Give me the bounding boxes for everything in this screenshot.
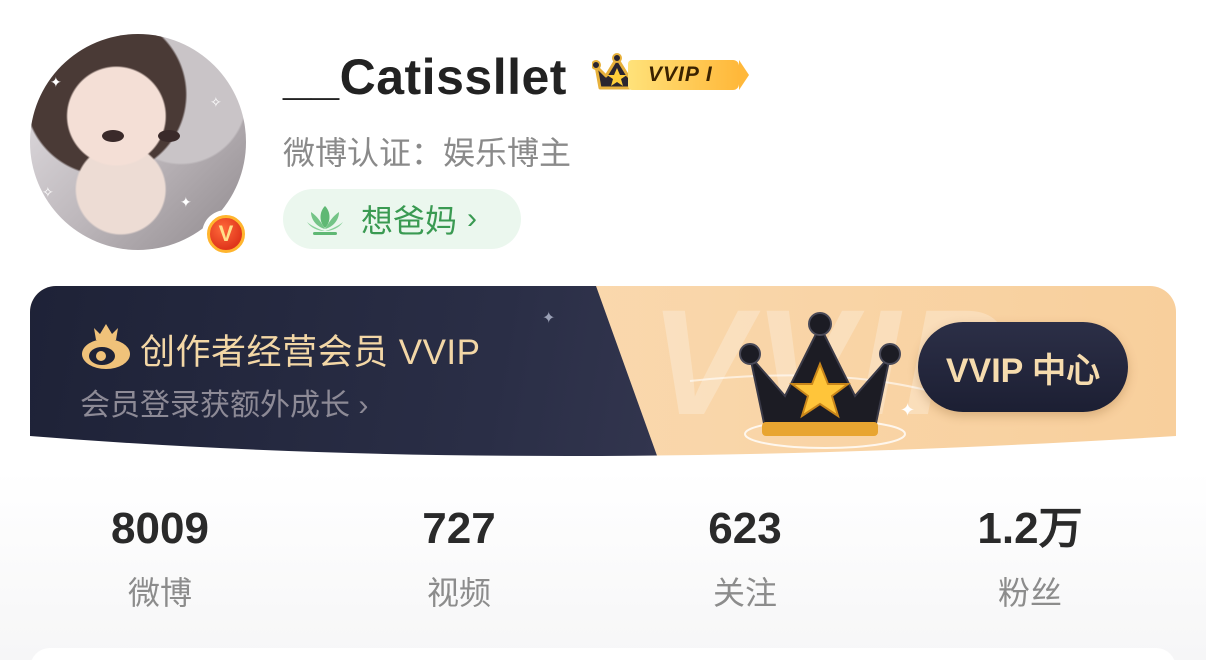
lotus-icon bbox=[307, 206, 343, 235]
svg-text:✦: ✦ bbox=[900, 400, 915, 421]
profile-page: ✦ ✧ ✦ ✧ V __Catissllet VVIP I 微博认证：娱乐博主 bbox=[0, 0, 1206, 660]
chevron-right-icon: › bbox=[467, 202, 478, 235]
stat-label: 粉丝 bbox=[997, 575, 1062, 611]
sparkle-icon: ✦ bbox=[542, 310, 556, 327]
vvip-level-badge[interactable]: VVIP I bbox=[592, 52, 752, 94]
stat-value: 1.2万 bbox=[977, 504, 1083, 553]
stat-posts[interactable]: 8009 微博 bbox=[60, 500, 260, 614]
stats-row: 8009 微博 727 视频 623 关注 1.2万 粉丝 bbox=[30, 500, 1176, 620]
status-tag-button[interactable]: 想爸妈 › bbox=[283, 189, 521, 249]
vvip-level-label: VVIP I bbox=[628, 60, 749, 90]
black-crown-icon: ✦ bbox=[739, 312, 915, 449]
stat-following[interactable]: 623 关注 bbox=[645, 500, 845, 614]
content-card-edge bbox=[30, 648, 1176, 660]
stat-label: 视频 bbox=[426, 575, 491, 611]
banner-subtitle-link[interactable]: 会员登录获额外成长 › bbox=[80, 380, 368, 424]
vvip-center-button[interactable]: VVIP 中心 bbox=[918, 322, 1128, 412]
stat-label: 关注 bbox=[712, 575, 777, 611]
stat-followers[interactable]: 1.2万 粉丝 bbox=[930, 500, 1130, 614]
stat-label: 微博 bbox=[127, 575, 192, 611]
avatar-container[interactable]: ✦ ✧ ✦ ✧ V bbox=[30, 30, 250, 258]
username: __Catissllet bbox=[283, 49, 567, 105]
weibo-crown-logo-icon bbox=[82, 324, 130, 369]
status-tag-label: 想爸妈 bbox=[361, 203, 458, 239]
verified-badge-icon: V bbox=[202, 210, 250, 258]
stat-value: 623 bbox=[708, 504, 782, 553]
stat-value: 8009 bbox=[111, 504, 209, 553]
banner-title: 创作者经营会员 VVIP bbox=[140, 333, 481, 372]
verification-text: 微博认证：娱乐博主 bbox=[283, 135, 572, 171]
vvip-banner[interactable]: VVIP 创作者经营会员 VVIP 会员登录获额外成长 › ✦ ✦ VVIP 中… bbox=[30, 286, 1176, 464]
stat-value: 727 bbox=[422, 504, 496, 553]
stat-videos[interactable]: 727 视频 bbox=[359, 500, 559, 614]
